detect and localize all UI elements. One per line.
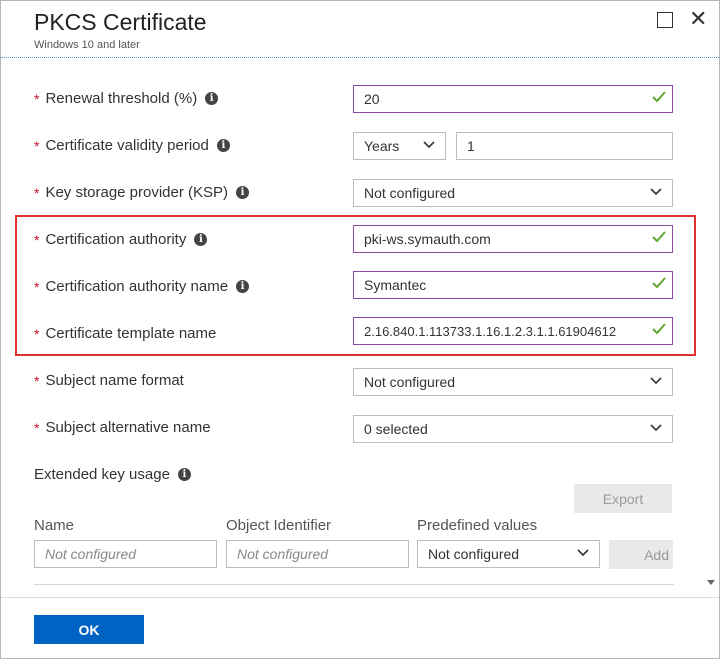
cert-authority-name-label: * Certification authority name i — [34, 278, 250, 295]
eku-oid-input[interactable]: Not configured — [226, 540, 409, 568]
cert-template-name-value: 2.16.840.1.113733.1.16.1.2.3.1.1.6190461… — [364, 323, 617, 339]
validity-value: 1 — [467, 138, 475, 154]
ksp-value: Not configured — [364, 185, 456, 201]
required-marker: * — [34, 372, 40, 389]
info-icon[interactable]: i — [236, 186, 250, 199]
subject-name-format-value: Not configured — [364, 374, 456, 390]
subject-alt-name-dropdown[interactable]: 0 selected — [353, 415, 673, 443]
valid-check-icon — [652, 277, 666, 289]
blade-subtitle: Windows 10 and later — [34, 39, 140, 51]
info-icon[interactable]: i — [177, 468, 191, 481]
validity-period-label: * Certificate validity period i — [34, 137, 230, 154]
ksp-text: Key storage provider (KSP) — [45, 184, 229, 201]
cert-authority-input[interactable]: pki-ws.symauth.com — [353, 225, 673, 253]
cert-template-name-text: Certificate template name — [45, 325, 217, 342]
eku-predefined-value: Not configured — [428, 546, 520, 562]
info-icon[interactable]: i — [236, 280, 250, 293]
subject-alt-name-value: 0 selected — [364, 421, 428, 437]
required-marker: * — [34, 325, 40, 342]
required-marker: * — [34, 419, 40, 436]
cert-template-name-label: * Certificate template name — [34, 325, 216, 342]
subject-alt-name-text: Subject alternative name — [45, 419, 211, 436]
chevron-down-icon — [577, 549, 589, 557]
chevron-down-icon — [650, 188, 662, 196]
cert-authority-name-value: Symantec — [364, 277, 427, 293]
validity-value-input[interactable]: 1 — [456, 132, 673, 160]
column-header-name: Name — [34, 517, 75, 534]
chevron-down-icon — [650, 377, 662, 385]
required-marker: * — [34, 90, 40, 107]
cert-authority-name-text: Certification authority name — [45, 278, 229, 295]
renewal-threshold-text: Renewal threshold (%) — [45, 90, 198, 107]
required-marker: * — [34, 231, 40, 248]
valid-check-icon — [652, 323, 666, 335]
eku-predefined-dropdown[interactable]: Not configured — [417, 540, 600, 568]
info-icon[interactable]: i — [216, 139, 230, 152]
table-divider — [34, 584, 674, 585]
blade-header: PKCS Certificate Windows 10 and later ✕ — [1, 1, 719, 57]
subject-name-format-label: * Subject name format — [34, 372, 184, 389]
subject-name-format-text: Subject name format — [45, 372, 184, 389]
ksp-dropdown[interactable]: Not configured — [353, 179, 673, 207]
scroll-down-icon[interactable] — [707, 580, 715, 585]
pkcs-certificate-blade: PKCS Certificate Windows 10 and later ✕ … — [0, 0, 720, 659]
info-icon[interactable]: i — [205, 92, 219, 105]
required-marker: * — [34, 184, 40, 201]
chevron-down-icon — [650, 424, 662, 432]
required-marker: * — [34, 278, 40, 295]
chevron-down-icon — [423, 141, 435, 149]
ok-button[interactable]: OK — [34, 615, 144, 644]
add-button[interactable]: Add — [609, 540, 673, 569]
eku-oid-placeholder: Not configured — [237, 546, 329, 562]
column-header-oid: Object Identifier — [226, 517, 332, 534]
ksp-label: * Key storage provider (KSP) i — [34, 184, 250, 201]
footer-divider — [1, 597, 719, 598]
close-icon[interactable]: ✕ — [689, 6, 707, 32]
blade-title: PKCS Certificate — [34, 9, 207, 35]
renewal-threshold-label: * Renewal threshold (%) i — [34, 90, 219, 107]
eku-text: Extended key usage — [34, 466, 170, 483]
maximize-icon[interactable] — [657, 12, 673, 28]
column-header-predefined: Predefined values — [417, 517, 538, 534]
validity-unit-dropdown[interactable]: Years — [353, 132, 446, 160]
cert-authority-text: Certification authority — [45, 231, 187, 248]
valid-check-icon — [652, 231, 666, 243]
renewal-threshold-value: 20 — [364, 91, 380, 107]
subject-alt-name-label: * Subject alternative name — [34, 419, 211, 436]
valid-check-icon — [652, 91, 666, 103]
renewal-threshold-input[interactable]: 20 — [353, 85, 673, 113]
eku-name-placeholder: Not configured — [45, 546, 137, 562]
header-divider — [1, 57, 719, 58]
required-marker: * — [34, 137, 40, 154]
eku-name-input[interactable]: Not configured — [34, 540, 217, 568]
cert-template-name-input[interactable]: 2.16.840.1.113733.1.16.1.2.3.1.1.6190461… — [353, 317, 673, 345]
cert-authority-value: pki-ws.symauth.com — [364, 231, 491, 247]
cert-authority-name-input[interactable]: Symantec — [353, 271, 673, 299]
validity-unit-value: Years — [364, 138, 400, 154]
cert-authority-label: * Certification authority i — [34, 231, 208, 248]
info-icon[interactable]: i — [194, 233, 208, 246]
export-button[interactable]: Export — [574, 484, 672, 513]
eku-label: Extended key usage i — [34, 466, 191, 483]
subject-name-format-dropdown[interactable]: Not configured — [353, 368, 673, 396]
validity-period-text: Certificate validity period — [45, 137, 209, 154]
